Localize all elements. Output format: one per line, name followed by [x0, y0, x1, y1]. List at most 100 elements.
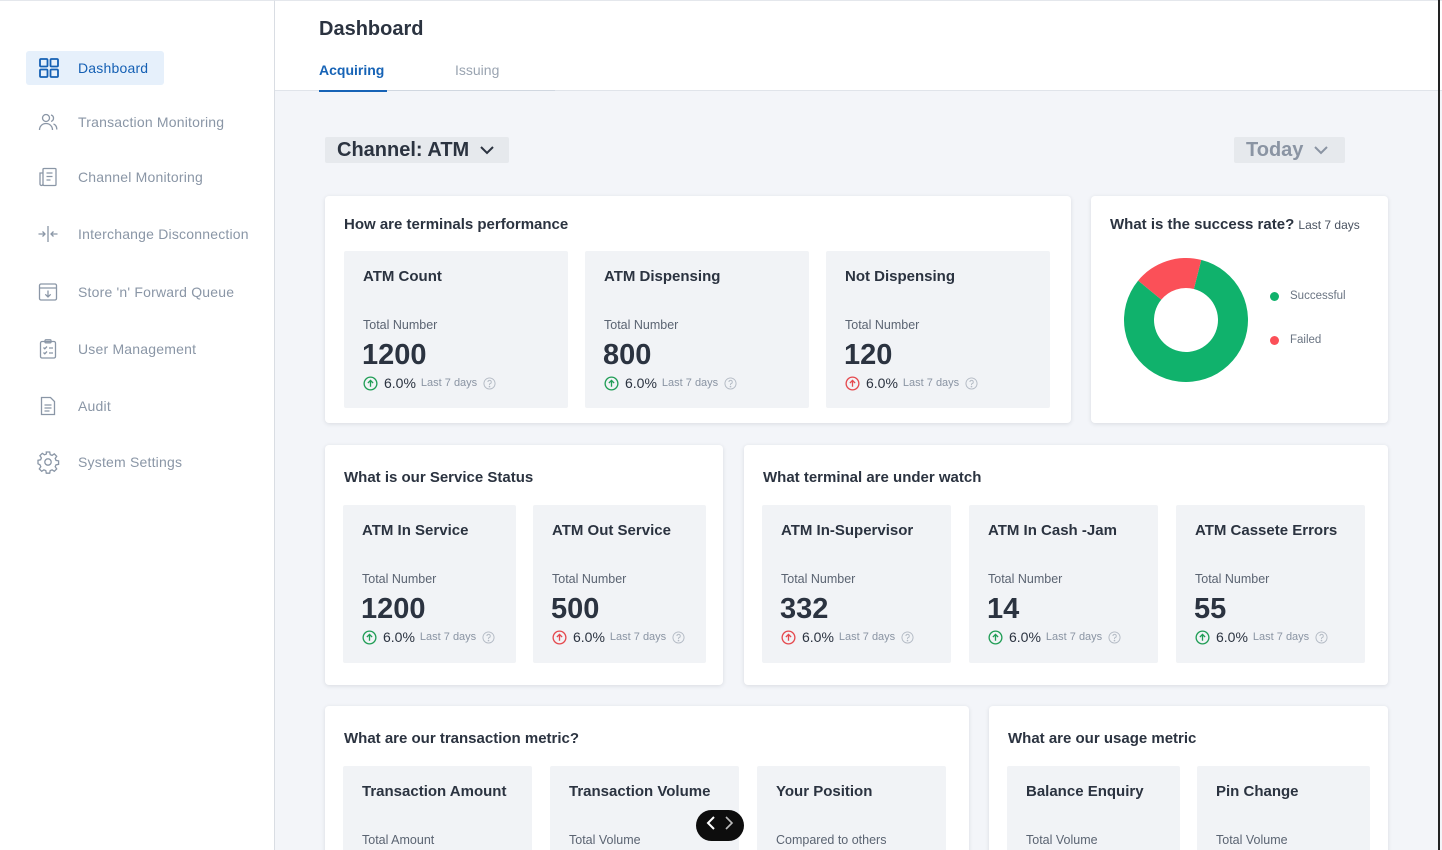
legend-label: Failed — [1290, 334, 1322, 346]
sidebar-item-store-forward-queue[interactable]: Store 'n' Forward Queue — [26, 275, 234, 309]
stat-change-period: Last 7 days — [419, 631, 477, 643]
chevron-left-icon[interactable] — [705, 815, 717, 836]
stat-title: ATM Cassete Errors — [1195, 522, 1338, 539]
stat-card-atm-in-cash-jam[interactable]: ATM In Cash -Jam Total Number 14 6.0% Last… — [969, 505, 1158, 663]
stat-change: 6.0% Last 7 days — [845, 375, 978, 391]
terminals-under-watch-card: What terminal are under watch ATM In-Sup… — [744, 445, 1388, 685]
stat-card-balance-enquiry[interactable]: Balance Enquiry Total Volume — [1007, 766, 1180, 850]
help-icon[interactable] — [1315, 630, 1328, 644]
stat-label: Total Number — [363, 318, 438, 332]
service-status-card: What is our Service Status ATM In Servic… — [325, 445, 723, 685]
legend-failed: Failed — [1270, 334, 1321, 346]
stat-change-percent: 6.0% — [1009, 629, 1041, 645]
help-icon[interactable] — [483, 376, 496, 390]
stat-label: Total Volume — [1026, 833, 1098, 847]
success-rate-donut-chart — [1124, 258, 1248, 382]
stat-title: Balance Enquiry — [1026, 783, 1144, 800]
stat-card-pin-change[interactable]: Pin Change Total Volume — [1197, 766, 1370, 850]
channel-dropdown-label: Channel: ATM — [337, 138, 470, 161]
stat-change: 6.0% Last 7 days — [988, 629, 1121, 645]
sidebar-item-label: Transaction Monitoring — [78, 114, 225, 130]
stat-label: Total Number — [781, 572, 856, 586]
card-title: What are our transaction metric? — [344, 730, 580, 747]
tab-issuing[interactable]: Issuing — [455, 62, 499, 92]
success-rate-title: What is the success rate? — [1110, 216, 1295, 233]
gear-icon — [36, 450, 60, 474]
window-edge — [1438, 0, 1440, 850]
sidebar-item-label: Channel Monitoring — [78, 169, 204, 185]
chevron-right-icon[interactable] — [723, 815, 735, 836]
legend-swatch-failed — [1270, 335, 1279, 345]
help-icon[interactable] — [482, 630, 495, 644]
sidebar-item-dashboard[interactable]: Dashboard — [26, 51, 164, 85]
stat-change-percent: 6.0% — [802, 629, 834, 645]
stat-title: Your Position — [776, 783, 873, 800]
card-title: What is the success rate? Last 7 days — [1110, 216, 1360, 233]
success-rate-card: What is the success rate? Last 7 days Su… — [1091, 196, 1388, 423]
stat-title: Transaction Volume — [569, 783, 711, 800]
sidebar-item-transaction-monitoring[interactable]: Transaction Monitoring — [26, 105, 224, 139]
sidebar-item-system-settings[interactable]: System Settings — [26, 445, 182, 479]
download-box-icon — [36, 280, 60, 304]
page-title: Dashboard — [319, 18, 424, 40]
success-rate-subtitle: Last 7 days — [1298, 218, 1360, 232]
stat-change: 6.0% Last 7 days — [362, 629, 495, 645]
arrow-up-circle-green-icon — [1195, 629, 1210, 645]
transaction-metric-card: What are our transaction metric? Transac… — [325, 706, 969, 850]
stat-change-period: Last 7 days — [1045, 631, 1103, 643]
stat-label: Total Amount — [362, 833, 435, 847]
stat-card-atm-count[interactable]: ATM Count Total Number 1200 6.0% Last 7 da… — [344, 251, 568, 408]
stat-card-atm-cassete-errors[interactable]: ATM Cassete Errors Total Number 55 6.0% La… — [1176, 505, 1365, 663]
stat-title: ATM In Service — [362, 522, 469, 539]
stat-label: Total Number — [988, 572, 1063, 586]
channel-dropdown[interactable]: Channel: ATM — [325, 137, 509, 163]
help-icon[interactable] — [672, 630, 685, 644]
sidebar: Dashboard Transaction Monitoring Channel… — [0, 0, 275, 850]
legend-successful: Successful — [1270, 290, 1346, 302]
document-icon — [36, 165, 60, 189]
usage-metric-card: What are our usage metric Balance Enquir… — [989, 706, 1388, 850]
help-icon[interactable] — [901, 630, 914, 644]
stat-value: 1200 — [362, 339, 427, 371]
chevron-down-icon — [479, 145, 495, 155]
stat-change-period: Last 7 days — [1252, 631, 1310, 643]
stat-label: Total Number — [845, 318, 920, 332]
arrow-up-circle-red-icon — [781, 629, 796, 645]
stat-label: Total Number — [552, 572, 627, 586]
arrow-up-circle-green-icon — [363, 375, 378, 391]
stat-change-percent: 6.0% — [384, 375, 416, 391]
stat-label: Total Number — [1195, 572, 1270, 586]
sidebar-item-label: Store 'n' Forward Queue — [78, 284, 235, 300]
help-icon[interactable] — [965, 376, 978, 390]
arrow-up-circle-green-icon — [988, 629, 1003, 645]
stat-card-not-dispensing[interactable]: Not Dispensing Total Number 120 6.0% Last … — [826, 251, 1050, 408]
card-title: What terminal are under watch — [763, 469, 982, 486]
stat-title: ATM Dispensing — [604, 268, 721, 285]
stat-card-atm-in-supervisor[interactable]: ATM In-Supervisor Total Number 332 6.0% La… — [762, 505, 951, 663]
stat-title: ATM Out Service — [552, 522, 671, 539]
stat-value: 1200 — [361, 593, 426, 625]
stat-value: 120 — [844, 339, 893, 371]
stat-change-percent: 6.0% — [866, 375, 898, 391]
chevron-down-icon — [1313, 145, 1329, 155]
help-icon[interactable] — [1108, 630, 1121, 644]
arrow-up-circle-green-icon — [604, 375, 619, 391]
sidebar-item-channel-monitoring[interactable]: Channel Monitoring — [26, 160, 203, 194]
help-icon[interactable] — [724, 376, 737, 390]
period-dropdown[interactable]: Today — [1234, 137, 1345, 163]
sidebar-item-user-management[interactable]: User Management — [26, 332, 196, 366]
card-title: What are our usage metric — [1008, 730, 1197, 747]
sidebar-item-audit[interactable]: Audit — [26, 389, 111, 423]
stat-card-transaction-amount[interactable]: Transaction Amount Total Amount — [343, 766, 532, 850]
stat-card-your-position[interactable]: Your Position Compared to others — [757, 766, 946, 850]
stat-card-atm-dispensing[interactable]: ATM Dispensing Total Number 800 6.0% Last … — [585, 251, 809, 408]
carousel-pager — [696, 810, 744, 841]
tab-acquiring[interactable]: Acquiring — [319, 62, 387, 92]
stat-change: 6.0% Last 7 days — [1195, 629, 1328, 645]
sidebar-item-interchange-disconnection[interactable]: Interchange Disconnection — [26, 217, 249, 251]
arrow-up-circle-red-icon — [552, 629, 567, 645]
stat-change-percent: 6.0% — [625, 375, 657, 391]
stat-card-atm-in-service[interactable]: ATM In Service Total Number 1200 6.0% Last… — [343, 505, 516, 663]
stat-change: 6.0% Last 7 days — [363, 375, 496, 391]
stat-card-atm-out-service[interactable]: ATM Out Service Total Number 500 6.0% Last… — [533, 505, 706, 663]
